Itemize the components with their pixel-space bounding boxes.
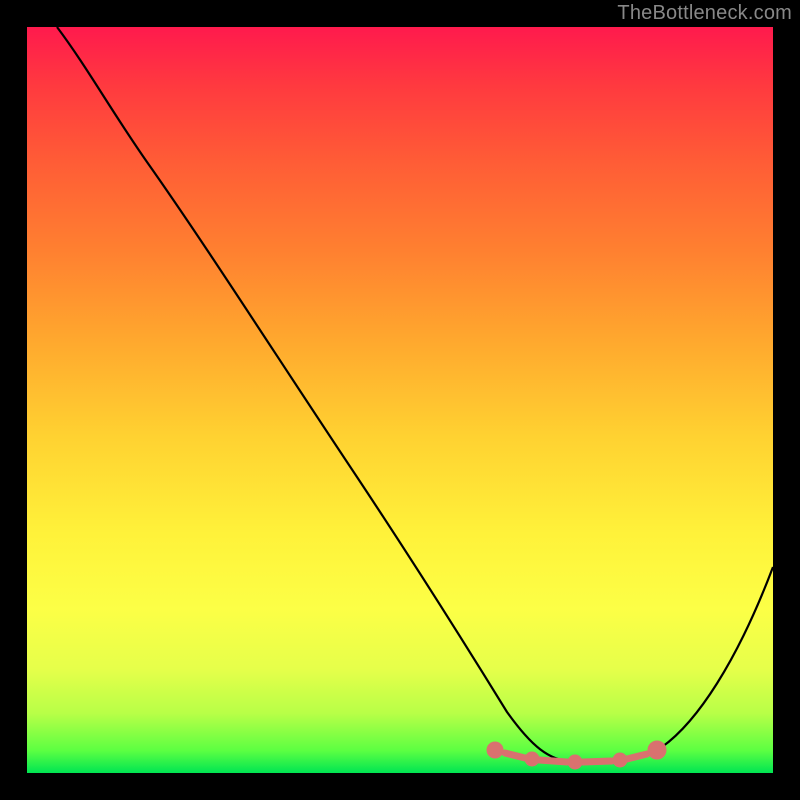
watermark-text: TheBottleneck.com	[617, 2, 792, 25]
bottleneck-curve-path	[57, 27, 773, 763]
curve-svg	[27, 27, 773, 773]
valley-markers	[490, 744, 663, 766]
chart-frame: TheBottleneck.com	[0, 0, 800, 800]
plot-area	[27, 27, 773, 773]
